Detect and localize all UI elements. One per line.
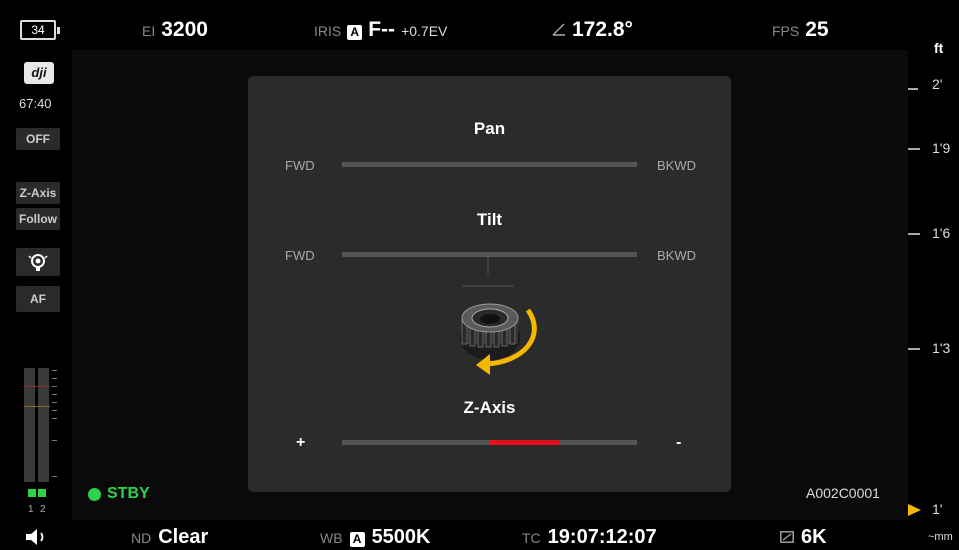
audio-peak-line (24, 386, 50, 387)
left-sidebar: dji 67:40 OFF Z-Axis Follow AF 1 2 (0, 50, 72, 520)
meter-tick (52, 378, 57, 379)
dji-logo[interactable]: dji (24, 62, 54, 84)
record-time-remaining: 67:40 (19, 96, 52, 111)
record-status[interactable]: STBY (88, 485, 150, 503)
pan-slider[interactable] (342, 162, 637, 167)
auto-iris-icon: A (347, 25, 363, 40)
focus-distance-scale: ft 2' 1'9 1'6 1'3 1' ~mm (908, 0, 959, 550)
resolution-readout[interactable]: 6K (780, 526, 827, 549)
standby-text: STBY (107, 485, 150, 502)
tilt-bkwd-label: BKWD (657, 248, 696, 263)
pan-title: Pan (473, 119, 506, 138)
z-axis-slider[interactable] (342, 440, 637, 445)
scale-dash (908, 88, 918, 90)
ring-light-icon (28, 254, 48, 271)
nd-label: ND (131, 530, 152, 546)
shutter-angle-icon (552, 23, 565, 36)
wb-value: 5500K (371, 526, 431, 548)
standby-dot-icon (88, 487, 101, 501)
shutter-value: 172.8° (572, 18, 633, 41)
z-axis-slider-fill (489, 440, 561, 445)
off-button[interactable]: OFF (16, 128, 60, 150)
speaker-icon[interactable] (24, 527, 50, 547)
meter-tick (52, 440, 57, 441)
fps-label: FPS (772, 23, 800, 39)
meter-tick (52, 476, 57, 477)
resolution-value: 6K (801, 526, 827, 548)
nd-readout[interactable]: ND Clear (131, 526, 208, 549)
meter-tick (52, 402, 57, 403)
tc-value: 19:07:12:07 (547, 526, 657, 548)
iris-readout[interactable]: IRIS A F-- +0.7EV (314, 18, 447, 42)
ei-readout[interactable]: EI 3200 (142, 18, 208, 42)
scale-dash (908, 348, 920, 350)
z-axis-minus-label: - (676, 434, 682, 451)
z-axis-title: Z-Axis (463, 398, 516, 417)
scale-mark: 1'9 (932, 140, 951, 156)
bottom-status-bar: ND Clear WB A 5500K TC 19:07:12:07 6K (0, 524, 908, 550)
fps-readout[interactable]: FPS 25 (772, 18, 829, 42)
follow-button[interactable]: Follow (16, 208, 60, 230)
tilt-fwd-label: FWD (285, 248, 315, 263)
z-axis-rotate-icon (460, 254, 537, 375)
gimbal-panel: Pan FWD BKWD Tilt FWD BKWD Z-Axis + - (248, 76, 731, 492)
scale-mark: 1'6 (932, 225, 951, 241)
iris-ev: +0.7EV (401, 23, 448, 39)
meter-tick (52, 418, 57, 419)
scale-unit: ft (934, 40, 944, 56)
scale-mark: 1' (932, 501, 943, 517)
channel-2-label: 2 (40, 504, 46, 515)
audio-channel-2-indicator (38, 489, 46, 497)
scale-mark: 2' (932, 76, 943, 92)
channel-1-label: 1 (28, 504, 34, 515)
clip-name: A002C0001 (806, 485, 880, 501)
tc-label: TC (522, 530, 541, 546)
wb-readout[interactable]: WB A 5500K (320, 526, 431, 549)
scale-bottom-unit: ~mm (928, 531, 953, 543)
ring-light-button[interactable] (16, 248, 60, 276)
nd-value: Clear (158, 526, 209, 548)
tilt-title: Tilt (476, 210, 503, 229)
auto-wb-icon: A (349, 532, 365, 547)
ei-value: 3200 (161, 18, 208, 41)
timecode-readout[interactable]: TC 19:07:12:07 (522, 526, 657, 549)
audio-warn-line (24, 406, 50, 407)
scale-dash (908, 233, 920, 235)
sensor-icon (780, 531, 794, 543)
battery-indicator: 34 (20, 20, 60, 40)
audio-meter: 1 2 (24, 368, 60, 520)
scale-mark: 1'3 (932, 340, 951, 356)
focus-position-marker-icon (908, 504, 921, 516)
iris-value: F-- (368, 18, 396, 41)
pan-bkwd-label: BKWD (657, 158, 696, 173)
scale-dash (908, 148, 920, 150)
iris-label: IRIS (314, 23, 342, 39)
top-status-bar: 34 EI 3200 IRIS A F-- +0.7EV 172.8° FPS … (0, 0, 959, 50)
ei-label: EI (142, 23, 156, 39)
af-button[interactable]: AF (16, 286, 60, 312)
audio-channel-1-indicator (28, 489, 36, 497)
z-axis-button[interactable]: Z-Axis (16, 182, 60, 204)
shutter-readout[interactable]: 172.8° (552, 18, 633, 42)
z-axis-plus-label: + (296, 434, 306, 451)
wb-label: WB (320, 530, 343, 546)
meter-tick (52, 410, 57, 411)
pan-fwd-label: FWD (285, 158, 315, 173)
meter-tick (52, 370, 57, 371)
meter-tick (52, 394, 57, 395)
fps-value: 25 (805, 18, 829, 41)
meter-tick (52, 386, 57, 387)
